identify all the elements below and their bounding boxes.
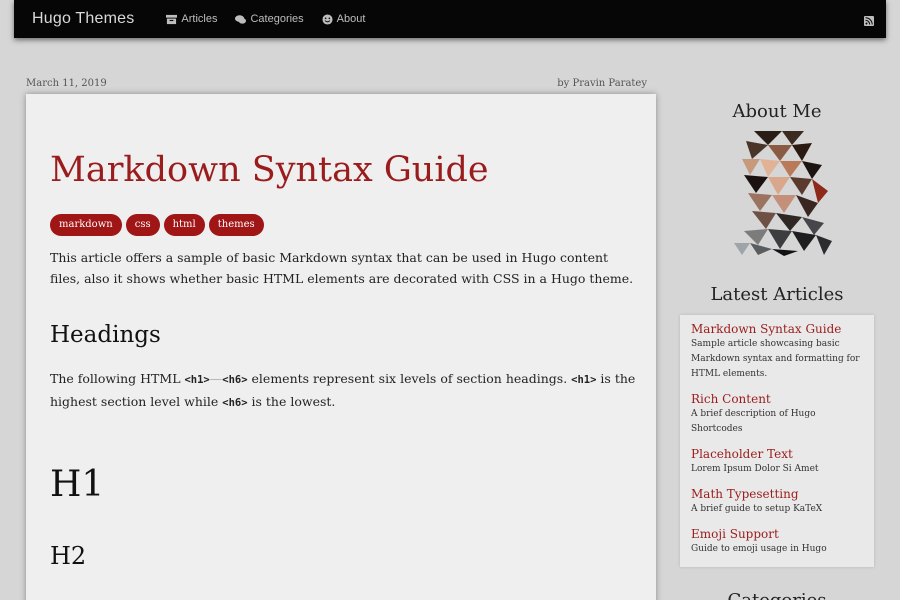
comments-icon: [235, 14, 247, 24]
list-item: Math Typesetting A brief guide to setup …: [691, 486, 863, 517]
section-heading: Headings: [50, 322, 161, 348]
code-h1: <h1>: [184, 374, 210, 386]
latest-article-desc: Lorem Ipsum Dolor Si Amet: [691, 464, 819, 474]
desc-text-2: elements represent six levels of section…: [247, 371, 572, 386]
code-h1-second: <h1>: [571, 374, 597, 386]
list-item: Rich Content A brief description of Hugo…: [691, 391, 863, 437]
article-date: March 11, 2019: [26, 78, 107, 89]
desc-text-4: is the lowest.: [247, 394, 336, 409]
list-item: Emoji Support Guide to emoji usage in Hu…: [691, 526, 863, 557]
tag-html[interactable]: html: [163, 214, 205, 236]
tag-list: markdown css html themes: [50, 214, 264, 236]
nav-categories-label: Categories: [250, 13, 304, 25]
latest-article-link[interactable]: Markdown Syntax Guide: [691, 321, 863, 337]
rss-link[interactable]: [864, 13, 874, 26]
article-card: Markdown Syntax Guide markdown css html …: [26, 94, 656, 600]
latest-article-desc: Sample article showcasing basic Markdown…: [691, 339, 860, 379]
article-title: Markdown Syntax Guide: [50, 150, 489, 190]
latest-article-link[interactable]: Emoji Support: [691, 526, 863, 542]
list-item: Placeholder Text Lorem Ipsum Dolor Si Am…: [691, 446, 863, 477]
latest-articles-heading: Latest Articles: [710, 284, 844, 305]
desc-text-1: The following HTML: [50, 371, 185, 386]
h2-demo: H2: [50, 542, 87, 570]
tag-css[interactable]: css: [125, 214, 160, 236]
list-item: Markdown Syntax Guide Sample article sho…: [691, 321, 863, 382]
about-heading: About Me: [732, 101, 822, 122]
top-navbar: Hugo Themes Articles Categories About: [14, 0, 886, 38]
nav-categories[interactable]: Categories: [235, 13, 304, 25]
archive-icon: [166, 14, 178, 24]
smile-icon: [322, 13, 333, 25]
nav-about-label: About: [336, 13, 366, 25]
categories-heading: Categories: [680, 590, 874, 600]
article-intro: This article offers a sample of basic Ma…: [50, 250, 634, 286]
site-brand[interactable]: Hugo Themes: [32, 10, 134, 28]
latest-article-desc: A brief guide to setup KaTeX: [691, 504, 823, 514]
code-h6: <h6>: [222, 374, 248, 386]
desc-dash: —: [209, 371, 223, 386]
avatar: [734, 131, 832, 256]
latest-article-desc: A brief description of Hugo Shortcodes: [691, 409, 816, 434]
latest-article-link[interactable]: Rich Content: [691, 391, 863, 407]
latest-articles-list: Markdown Syntax Guide Sample article sho…: [680, 315, 874, 567]
tag-themes[interactable]: themes: [208, 214, 264, 236]
code-h6-second: <h6>: [222, 397, 248, 409]
nav-articles-label: Articles: [181, 13, 218, 25]
h1-demo: H1: [50, 464, 105, 505]
headings-description: The following HTML <h1>—<h6> elements re…: [50, 368, 640, 414]
rss-icon: [864, 16, 874, 26]
latest-article-desc: Guide to emoji usage in Hugo: [691, 544, 827, 554]
nav-about[interactable]: About: [322, 13, 366, 25]
tag-markdown[interactable]: markdown: [50, 214, 122, 236]
latest-article-link[interactable]: Math Typesetting: [691, 486, 863, 502]
nav-articles[interactable]: Articles: [166, 13, 217, 25]
article-author: by Pravin Paratey: [557, 78, 647, 89]
latest-article-link[interactable]: Placeholder Text: [691, 446, 863, 462]
